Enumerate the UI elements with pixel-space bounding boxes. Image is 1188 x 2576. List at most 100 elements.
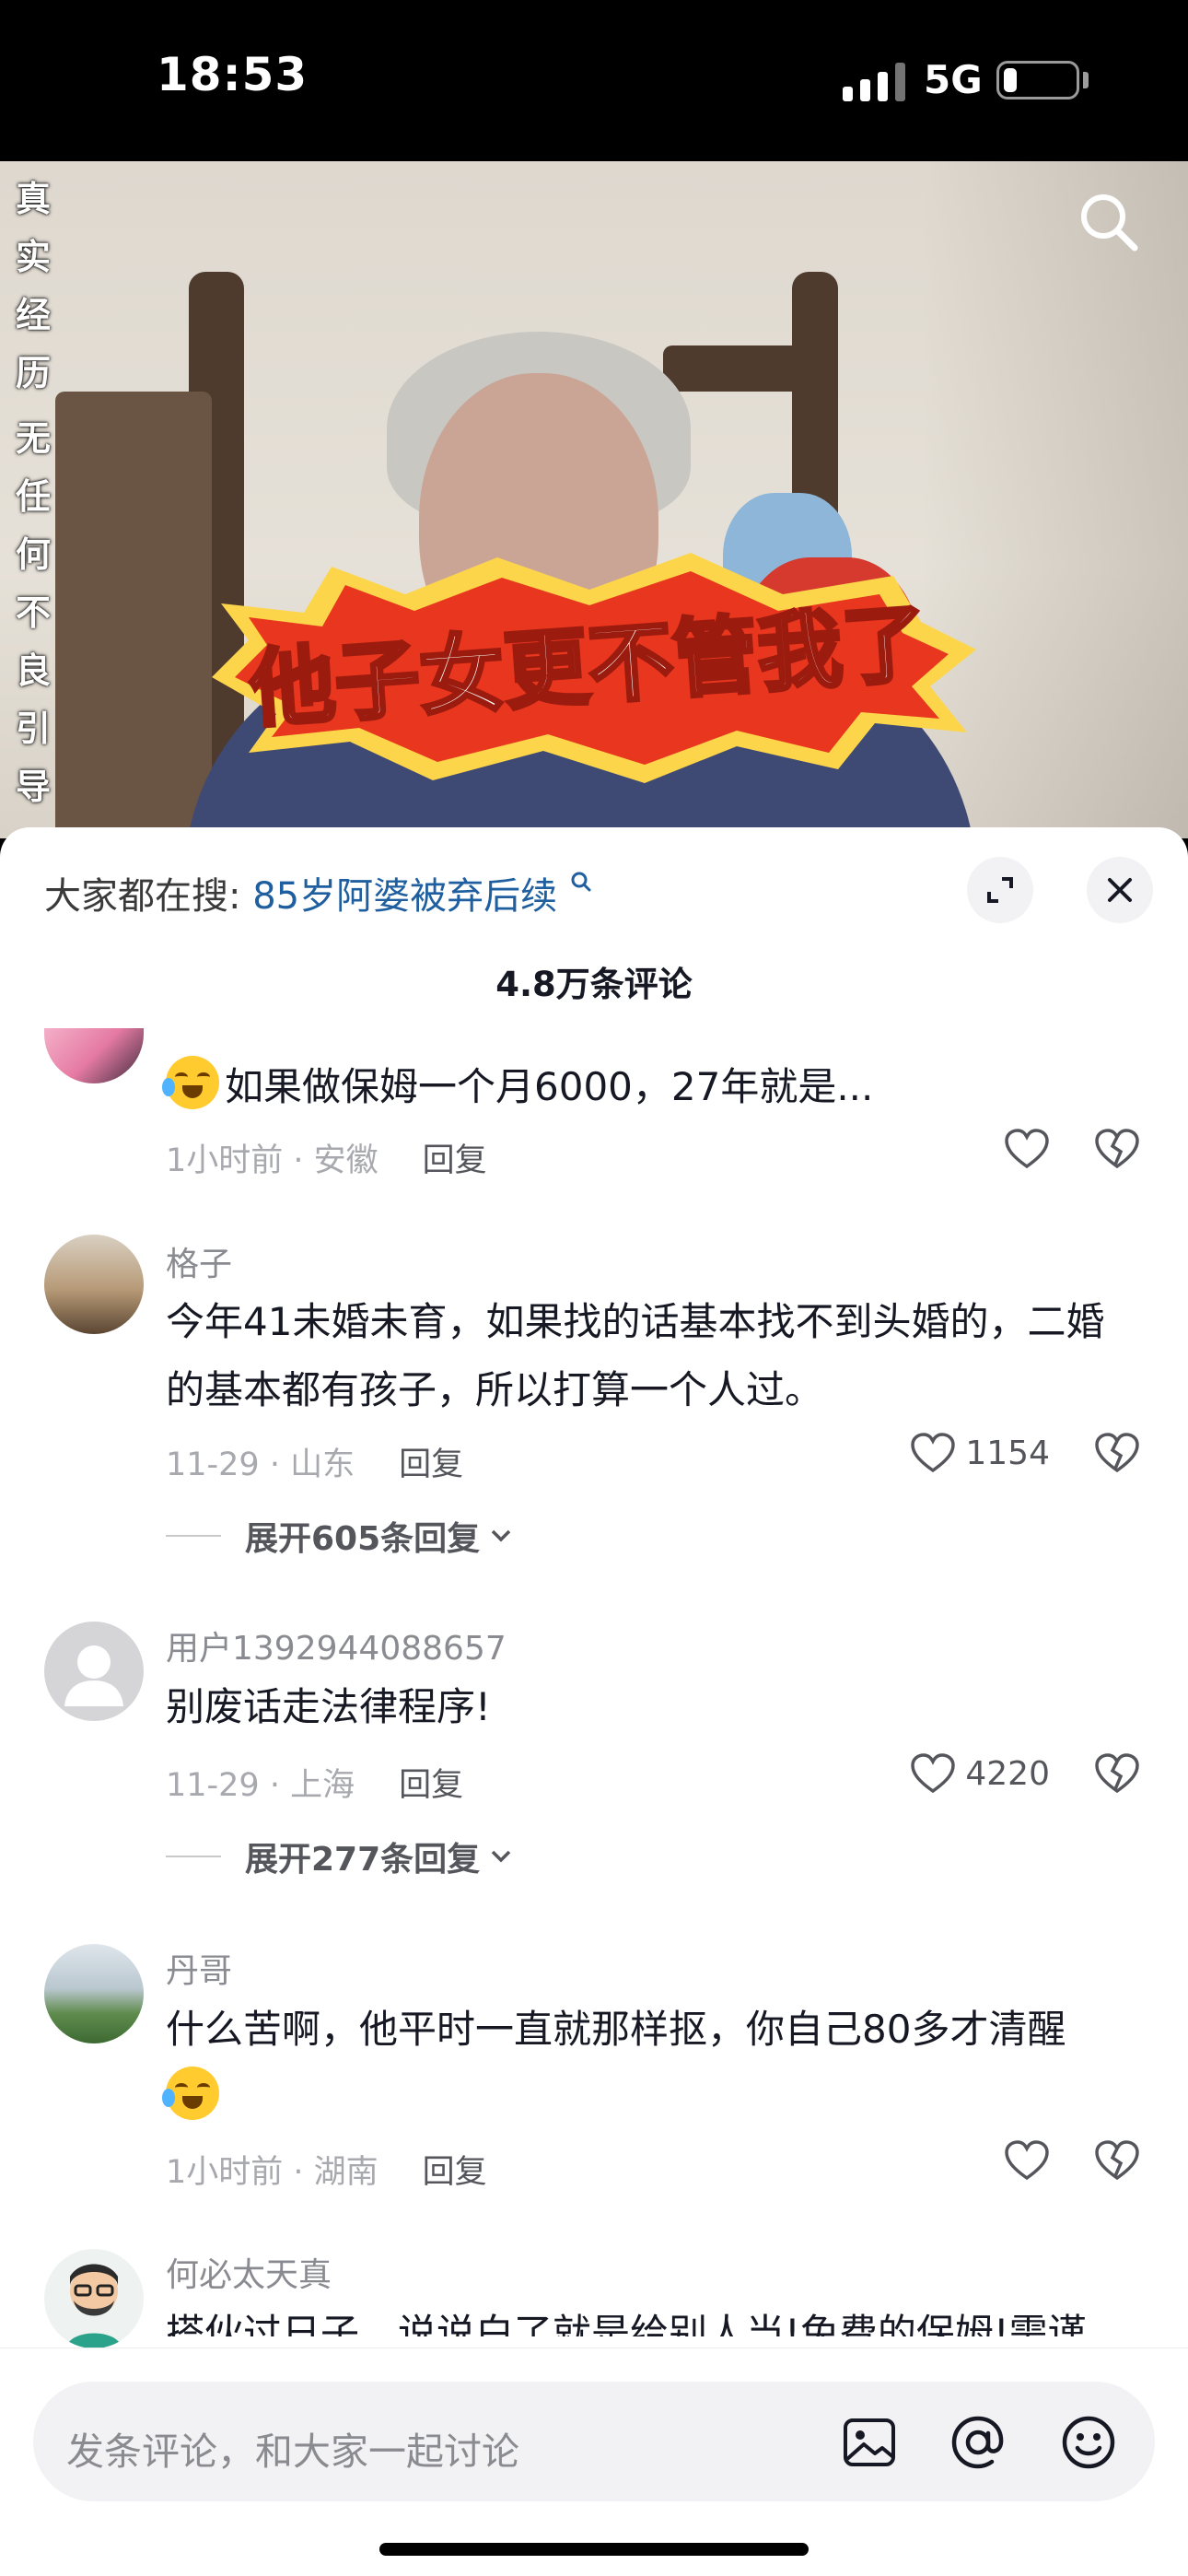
heart-icon [911,1753,956,1794]
status-time: 18:53 [157,48,309,101]
comment-time: 1小时前 · 湖南 [166,2154,379,2191]
dislike-button[interactable] [1094,1752,1140,1798]
home-indicator[interactable] [379,2543,809,2556]
comment-time: 11-29 · 上海 [166,1767,355,1804]
video-search-button[interactable] [1076,189,1142,259]
dislike-button[interactable] [1094,1128,1140,1174]
hot-search-prefix: 大家都在搜: [44,875,241,918]
default-avatar-icon [64,1645,123,1706]
avatar[interactable] [44,1622,144,1721]
comment-body: 什么苦啊，他平时一直就那样抠，你自己80多才清醒 [166,2007,1066,2052]
comment-text: 搭伙过日子，说说白了就是给别人当!免费的保姆!需谨 [166,2311,1087,2336]
expand-replies-button[interactable]: 展开277条回复 [166,1832,515,1880]
heart-icon [1005,2140,1049,2181]
vertical-caption-char: 何 [15,534,51,575]
avatar[interactable] [44,2249,144,2348]
hot-search-term[interactable]: 85岁阿婆被弃后续 [252,875,557,918]
comment-count: 4.8万条评论 [495,965,693,1004]
divider-line [166,1856,221,1857]
expand-replies-label: 展开277条回复 [245,1841,481,1879]
comment-text: 别废话走法律程序! [166,1684,491,1729]
battery-icon [996,61,1079,100]
reply-button[interactable]: 回复 [423,1142,487,1179]
chevron-down-icon [491,1529,511,1542]
hot-search[interactable]: 大家都在搜: 85岁阿婆被弃后续 [44,866,593,919]
expand-icon [987,877,1013,903]
vertical-caption-char: 导 [15,767,51,807]
reply-button[interactable]: 回复 [423,2154,487,2191]
emoji-icon [1062,2416,1115,2469]
like-button[interactable]: 1154 [910,1432,1050,1474]
comment-text: 如果做保姆一个月6000，27年就是... [162,1053,1142,1121]
vertical-caption-char: 不 [15,592,51,633]
vertical-caption-char: 经 [15,295,51,335]
comment-input[interactable]: 发条评论，和大家一起讨论 [33,2382,1155,2501]
reply-button[interactable]: 回复 [399,1446,463,1483]
vertical-caption-char: 良 [15,650,51,691]
chevron-down-icon [491,1850,511,1863]
expand-button[interactable] [967,857,1033,923]
comment-text: 今年41未婚未育，如果找的话基本找不到头婚的，二婚的基本都有孩子，所以打算一个人… [166,1299,1105,1412]
vertical-caption-char: 历 [15,353,51,393]
avatar[interactable] [44,1235,144,1334]
status-bar: 18:53 5G [0,0,1188,161]
reply-button[interactable]: 回复 [399,1767,463,1804]
network-type: 5G [924,57,983,102]
chair-back-rail [663,345,820,392]
broken-heart-icon [1095,1129,1139,1169]
vertical-caption-char: 真 [15,179,51,219]
hot-search-magnifier-icon [571,872,591,892]
at-icon [951,2416,1004,2469]
avatar[interactable] [44,1028,144,1083]
broken-heart-icon [1095,1433,1139,1473]
close-icon [1108,878,1132,902]
search-icon [1081,194,1138,252]
divider-line [166,1535,221,1537]
dislike-button[interactable] [1094,1432,1140,1478]
vertical-caption-char: 任 [15,476,51,517]
comment-username[interactable]: 格子 [166,1237,232,1285]
dislike-button[interactable] [1094,2139,1140,2185]
vertical-caption: 真实经历无任何不良引导 [7,170,59,816]
comment-panel: 大家都在搜: 85岁阿婆被弃后续 4.8万条评论 如果做保姆一个月6000，27… [0,827,1188,2576]
comment-meta: 1小时前 · 安徽 回复 [166,1134,487,1181]
cartoon-avatar [66,2264,122,2348]
video-player[interactable]: 他子女更不管我了 真实经历无任何不良引导 [0,161,1188,838]
comment-time: 11-29 · 山东 [166,1446,355,1483]
video-banner: 他子女更不管我了 [212,553,976,783]
comment-meta: 11-29 · 山东 回复 [166,1438,463,1485]
vertical-caption-char: 实 [15,237,51,277]
expand-replies-label: 展开605条回复 [245,1520,481,1558]
avatar[interactable] [44,1944,144,2043]
comment-input-area: 发条评论，和大家一起讨论 [0,2348,1188,2576]
comment-text: 什么苦啊，他平时一直就那样抠，你自己80多才清醒 [162,1996,1142,2132]
comment-username[interactable]: 何必太天真 [166,2248,332,2296]
crying-laughing-emoji [162,2067,219,2120]
vertical-caption-char: 无 [15,418,51,459]
image-icon [844,2418,895,2466]
like-button[interactable] [1004,2139,1050,2182]
like-count: 4220 [965,1754,1050,1793]
close-button[interactable] [1087,857,1153,923]
comment-username[interactable]: 丹哥 [166,1944,232,1992]
battery-tip [1083,72,1089,88]
expand-replies-button[interactable]: 展开605条回复 [166,1512,515,1560]
like-button[interactable]: 4220 [910,1752,1050,1795]
emoji-button[interactable] [1059,2413,1118,2476]
mention-button[interactable] [949,2413,1007,2476]
like-button[interactable] [1004,1128,1050,1170]
broken-heart-icon [1095,1753,1139,1794]
comment-username[interactable]: 用户1392944088657 [166,1622,507,1669]
image-button[interactable] [840,2413,899,2476]
comment-body: 如果做保姆一个月6000，27年就是... [225,1064,874,1109]
crying-laughing-emoji [162,1056,219,1109]
chair-post-left-2 [55,392,212,838]
cellular-signal-icon [843,63,907,101]
comment-meta: 1小时前 · 湖南 回复 [166,2146,487,2193]
comment-meta: 11-29 · 上海 回复 [166,1759,463,1806]
like-count: 1154 [965,1434,1050,1472]
heart-icon [1005,1129,1049,1169]
comment-input-placeholder: 发条评论，和大家一起讨论 [66,2430,519,2474]
vertical-caption-char: 引 [15,708,51,749]
broken-heart-icon [1095,2140,1139,2181]
